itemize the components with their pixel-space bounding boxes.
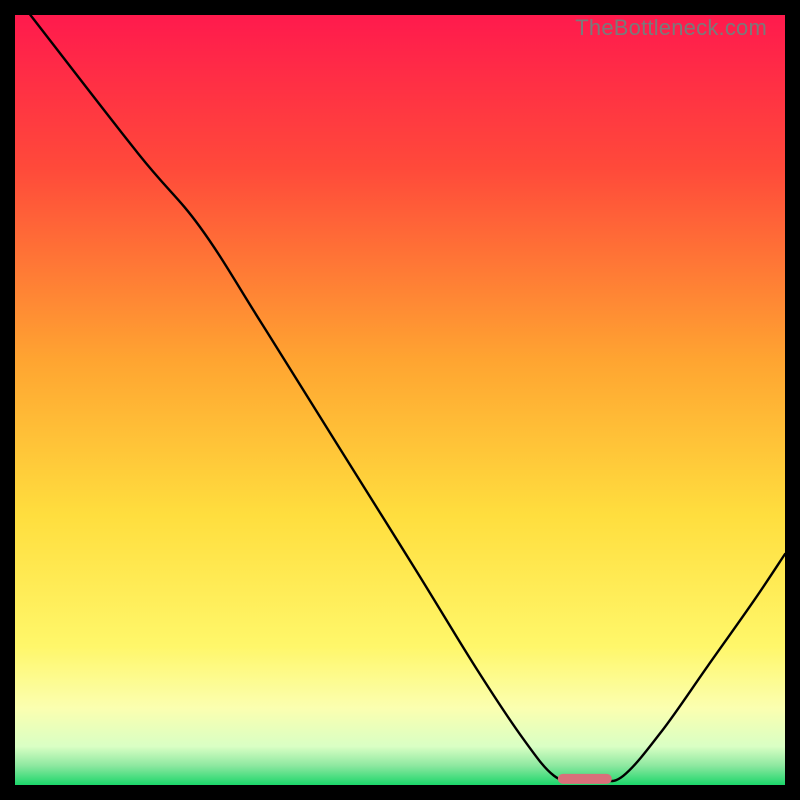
bottleneck-chart	[15, 15, 785, 785]
gradient-background	[15, 15, 785, 785]
chart-frame: TheBottleneck.com	[15, 15, 785, 785]
watermark-text: TheBottleneck.com	[575, 15, 767, 41]
optimal-range-marker	[558, 774, 612, 784]
